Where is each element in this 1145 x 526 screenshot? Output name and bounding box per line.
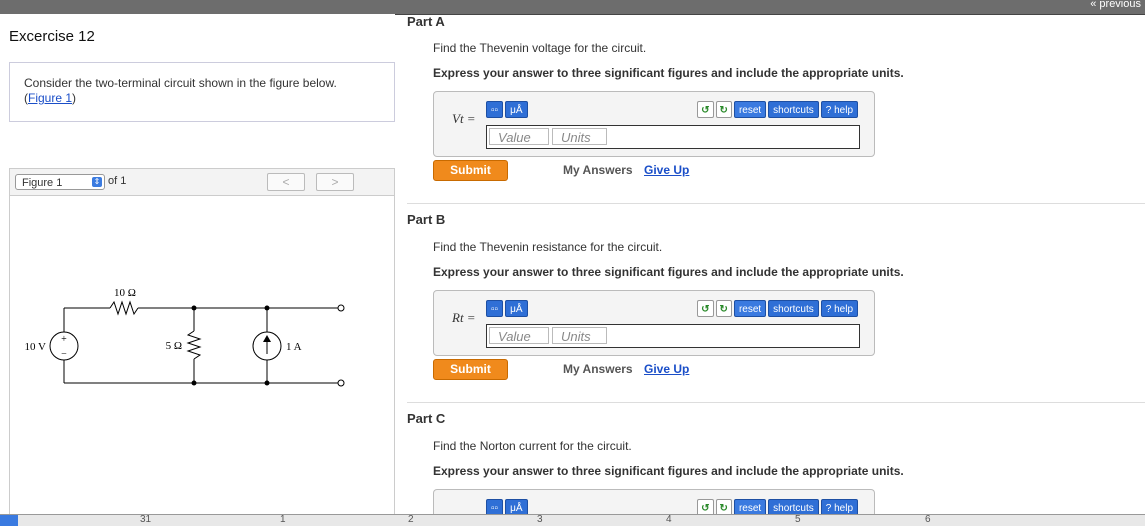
part-a-toolbar-right: ↺ ↻ reset shortcuts? help: [697, 101, 860, 119]
figure-header: Figure 1 ⇕ of 1 < >: [9, 168, 395, 196]
prompt-box: Consider the two-terminal circuit shown …: [9, 62, 395, 122]
divider-b: [407, 402, 1145, 403]
prompt-body: Consider the two-terminal circuit shown …: [24, 76, 337, 90]
ruler-marker: [0, 515, 18, 526]
help-label: help: [834, 105, 853, 116]
part-b-submit-button[interactable]: Submit: [433, 359, 508, 380]
top-bar: « previous: [0, 0, 1145, 15]
units-button[interactable]: μÅ: [505, 101, 528, 118]
node-bottom-shunt: [191, 380, 197, 386]
part-b-units-input[interactable]: Units: [552, 327, 607, 344]
part-a-value-input[interactable]: Value: [489, 128, 549, 145]
part-b-variable: Rt =: [452, 310, 476, 325]
resistor-series: [109, 300, 139, 316]
part-c-title: Part C: [407, 411, 446, 426]
resistor-shunt: [186, 330, 202, 360]
part-b-question: Find the Thevenin resistance for the cir…: [433, 240, 663, 254]
shortcuts-button[interactable]: shortcuts: [768, 101, 819, 118]
ruler-mark: 1: [280, 514, 286, 525]
reset-button[interactable]: reset: [733, 101, 767, 118]
part-b-input-row: Value Units: [486, 324, 860, 348]
part-a-submit-button[interactable]: Submit: [433, 160, 508, 181]
undo-icon[interactable]: ↺: [697, 300, 714, 317]
help-icon: ?: [825, 105, 835, 116]
terminal-bottom: [337, 379, 345, 387]
right-panel: Part A Find the Thevenin voltage for the…: [395, 14, 1145, 520]
prompt-text: Consider the two-terminal circuit shown …: [24, 76, 337, 105]
templates-button[interactable]: ▫▫: [486, 300, 504, 317]
templates-button[interactable]: ▫▫: [486, 101, 504, 118]
part-b-toolbar-left: ▫▫ μÅ: [486, 300, 530, 318]
ruler-mark: 4: [666, 514, 672, 525]
label-voltage: 10 V: [25, 341, 47, 353]
part-b-toolbar-right: ↺ ↻ reset shortcuts? help: [697, 300, 860, 318]
part-a-my-answers[interactable]: My Answers: [563, 163, 633, 177]
redo-icon[interactable]: ↻: [715, 300, 732, 317]
help-icon: ?: [825, 304, 835, 315]
label-plus: +: [61, 334, 67, 345]
part-b-answer-box: Rt = ▫▫ μÅ ↺ ↻ reset shortcuts? help Value U…: [433, 290, 875, 356]
reset-button[interactable]: reset: [733, 300, 767, 317]
divider-a: [407, 203, 1145, 204]
part-c-question: Find the Norton current for the circuit.: [433, 439, 632, 453]
label-minus: −: [61, 349, 67, 360]
shortcuts-button[interactable]: shortcuts: [768, 300, 819, 317]
left-panel: Excercise 12 Consider the two-terminal c…: [0, 14, 395, 515]
select-arrows-icon: ⇕: [92, 177, 102, 187]
part-b-instruction: Express your answer to three significant…: [433, 265, 904, 279]
bottom-ruler: 31 1 2 3 4 5 6: [0, 514, 1145, 526]
part-a-answer-box: Vt = ▫▫ μÅ ↺ ↻ reset shortcuts? help Value U…: [433, 91, 875, 157]
figure-link[interactable]: Figure 1: [28, 91, 72, 105]
undo-icon[interactable]: ↺: [697, 101, 714, 118]
node-top-shunt: [191, 305, 197, 311]
ruler-mark: 5: [795, 514, 801, 525]
part-b-give-up[interactable]: Give Up: [644, 362, 689, 376]
label-r-shunt: 5 Ω: [166, 340, 182, 352]
terminal-top: [337, 304, 345, 312]
previous-link[interactable]: « previous: [1090, 0, 1141, 10]
ruler-mark: 31: [140, 514, 152, 525]
prev-figure-button[interactable]: <: [267, 173, 305, 191]
node-bottom-cs: [264, 380, 270, 386]
part-a-input-row: Value Units: [486, 125, 860, 149]
circuit-diagram: 10 Ω 5 Ω 10 V 1 A + −: [25, 287, 345, 387]
part-a-instruction: Express your answer to three significant…: [433, 66, 904, 80]
ruler-mark: 2: [408, 514, 414, 525]
help-label: help: [834, 304, 853, 315]
figure-select[interactable]: Figure 1 ⇕: [15, 174, 105, 190]
label-r-series: 10 Ω: [114, 287, 136, 299]
part-a-title: Part A: [407, 14, 445, 29]
part-a-question: Find the Thevenin voltage for the circui…: [433, 41, 647, 55]
figure-select-value: Figure 1: [22, 177, 63, 189]
part-b-title: Part B: [407, 212, 446, 227]
redo-icon[interactable]: ↻: [715, 101, 732, 118]
ruler-mark: 6: [925, 514, 931, 525]
part-a-units-input[interactable]: Units: [552, 128, 607, 145]
next-figure-button[interactable]: >: [316, 173, 354, 191]
part-a-variable: Vt =: [452, 111, 476, 126]
ruler-mark: 3: [537, 514, 543, 525]
exercise-title: Excercise 12: [9, 28, 95, 45]
part-a-toolbar-left: ▫▫ μÅ: [486, 101, 530, 119]
units-button[interactable]: μÅ: [505, 300, 528, 317]
help-icon: ?: [825, 503, 835, 514]
figure-panel: 10 Ω 5 Ω 10 V 1 A + −: [9, 195, 395, 515]
help-button[interactable]: ? help: [820, 300, 858, 317]
current-arrow-head: [263, 335, 271, 342]
node-top-cs: [264, 305, 270, 311]
part-c-instruction: Express your answer to three significant…: [433, 464, 904, 478]
help-button[interactable]: ? help: [820, 101, 858, 118]
label-current: 1 A: [286, 341, 302, 353]
help-label: help: [834, 503, 853, 514]
part-b-my-answers[interactable]: My Answers: [563, 362, 633, 376]
part-a-give-up[interactable]: Give Up: [644, 163, 689, 177]
part-b-value-input[interactable]: Value: [489, 327, 549, 344]
figure-count: of 1: [108, 175, 127, 187]
